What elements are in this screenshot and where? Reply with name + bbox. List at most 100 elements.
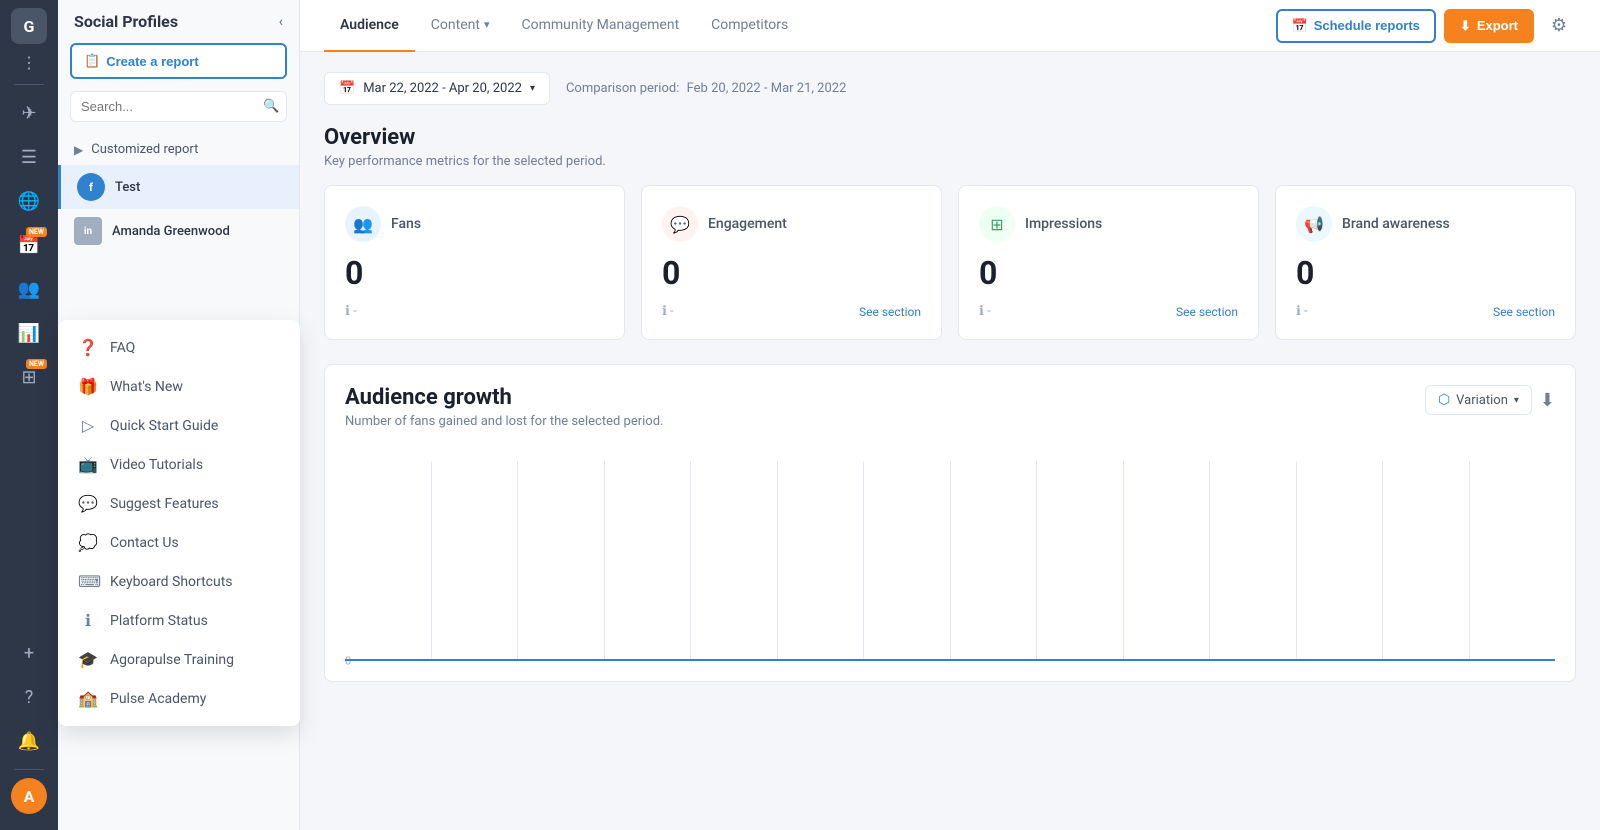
chart-column — [518, 461, 605, 661]
tab-audience[interactable]: Audience — [324, 0, 415, 52]
top-nav: Audience Content ▾ Community Management … — [300, 0, 1600, 52]
content-area: 📅 Mar 22, 2022 - Apr 20, 2022 ▾ Comparis… — [300, 52, 1600, 830]
pulse-academy-menu-item[interactable]: 🏫 Pulse Academy — [58, 679, 300, 718]
overview-section: Overview Key performance metrics for the… — [324, 125, 1576, 340]
impressions-see-section[interactable]: See section — [1176, 305, 1238, 319]
tab-content[interactable]: Content ▾ — [415, 0, 506, 52]
whats-new-menu-item[interactable]: 🎁 What's New — [58, 367, 300, 406]
quick-start-icon: ▷ — [78, 416, 98, 435]
info-icon-3: ℹ - — [979, 304, 991, 319]
video-tutorials-menu-item[interactable]: 📺 Video Tutorials — [58, 445, 300, 484]
help-nav-icon[interactable]: ? — [9, 677, 49, 717]
agorapulse-training-menu-item[interactable]: 🎓 Agorapulse Training — [58, 640, 300, 679]
chart-nav-icon[interactable]: 📊 — [9, 313, 49, 353]
create-report-button[interactable]: 📋 Create a report — [70, 43, 287, 79]
schedule-reports-button[interactable]: 📅 Schedule reports — [1276, 9, 1436, 43]
fans-value: 0 — [345, 254, 604, 292]
search-input[interactable] — [81, 99, 257, 114]
grid-nav-icon[interactable]: ⊞ NEW — [9, 357, 49, 397]
info-icon-2: ℹ - — [662, 304, 674, 319]
brand-value: 0 — [1296, 254, 1555, 292]
user-avatar[interactable]: G — [11, 8, 47, 44]
dots-menu-button[interactable]: ⋮ — [15, 48, 43, 76]
fans-metric-card: 👥 Fans 0 ℹ - — [324, 185, 625, 340]
profile-item-amanda[interactable]: in Amanda Greenwood — [58, 209, 299, 253]
tab-competitors[interactable]: Competitors — [695, 0, 804, 52]
chevron-right-icon: ▶ — [74, 143, 83, 157]
variation-select[interactable]: ⬡ Variation ▾ — [1425, 385, 1532, 415]
audience-growth-section: Audience growth Number of fans gained an… — [324, 364, 1576, 682]
comparison-period-label: Comparison period: Feb 20, 2022 - Mar 21… — [566, 81, 846, 96]
faq-menu-item[interactable]: ❓ FAQ — [58, 328, 300, 367]
date-range-picker[interactable]: 📅 Mar 22, 2022 - Apr 20, 2022 ▾ — [324, 72, 550, 105]
profile-avatar-test: f — [77, 173, 105, 201]
metric-header-impressions: ⊞ Impressions — [979, 206, 1238, 242]
faq-icon: ❓ — [78, 338, 98, 357]
calendar-icon: 📅 — [339, 81, 355, 96]
contact-us-menu-item[interactable]: 💭 Contact Us — [58, 523, 300, 562]
keyboard-shortcuts-menu-item[interactable]: ⌨ Keyboard Shortcuts — [58, 562, 300, 601]
variation-dropdown-icon: ▾ — [1514, 395, 1519, 406]
quick-start-menu-item[interactable]: ▷ Quick Start Guide — [58, 406, 300, 445]
main-content: Audience Content ▾ Community Management … — [300, 0, 1600, 830]
dropdown-chevron-icon: ▾ — [530, 83, 535, 94]
keyboard-shortcuts-icon: ⌨ — [78, 572, 98, 591]
fans-icon: 👥 — [345, 206, 381, 242]
profile-avatar-amanda: in — [74, 217, 102, 245]
divider-bottom — [14, 769, 44, 770]
pulse-academy-icon: 🏫 — [78, 689, 98, 708]
chart-column — [1124, 461, 1211, 661]
send-nav-icon[interactable]: ✈ — [9, 93, 49, 133]
bell-nav-icon[interactable]: 🔔 — [9, 721, 49, 761]
help-menu: ❓ FAQ 🎁 What's New ▷ Quick Start Guide 📺… — [58, 320, 300, 726]
chart-column — [691, 461, 778, 661]
sidebar-title: Social Profiles ‹ — [58, 12, 299, 43]
contact-us-icon: 💭 — [78, 533, 98, 552]
chart-column — [1470, 461, 1556, 661]
download-chart-button[interactable]: ⬇ — [1540, 390, 1555, 411]
engagement-footer: ℹ - See section — [662, 304, 921, 319]
chart-column — [1383, 461, 1470, 661]
globe-nav-icon[interactable]: 🌐 — [9, 181, 49, 221]
engagement-metric-card: 💬 Engagement 0 ℹ - See section — [641, 185, 942, 340]
people-nav-icon[interactable]: 👥 — [9, 269, 49, 309]
schedule-icon: 📅 — [1292, 18, 1308, 34]
inbox-nav-icon[interactable]: ☰ — [9, 137, 49, 177]
variation-icon: ⬡ — [1438, 392, 1450, 408]
growth-title: Audience growth — [345, 385, 663, 410]
report-icon: 📋 — [84, 53, 100, 69]
brand-icon: 📢 — [1296, 206, 1332, 242]
chart-column — [1297, 461, 1384, 661]
user-profile-avatar[interactable]: A — [11, 778, 47, 814]
whats-new-icon: 🎁 — [78, 377, 98, 396]
chart-grid — [345, 461, 1555, 661]
search-bar[interactable]: 🔍 — [70, 91, 287, 122]
impressions-icon: ⊞ — [979, 206, 1015, 242]
calendar-nav-icon[interactable]: 📅 NEW — [9, 225, 49, 265]
profile-item-test[interactable]: f Test — [58, 165, 299, 209]
engagement-see-section[interactable]: See section — [859, 305, 921, 319]
growth-subtitle: Number of fans gained and lost for the s… — [345, 414, 663, 429]
brand-footer: ℹ - See section — [1296, 304, 1555, 319]
tab-community-management[interactable]: Community Management — [505, 0, 695, 52]
chart-column — [1037, 461, 1124, 661]
export-button[interactable]: ⬇ Export — [1444, 9, 1534, 43]
chart-column — [1210, 461, 1297, 661]
platform-status-menu-item[interactable]: ℹ Platform Status — [58, 601, 300, 640]
suggest-features-menu-item[interactable]: 💬 Suggest Features — [58, 484, 300, 523]
metric-header-engagement: 💬 Engagement — [662, 206, 921, 242]
metric-header-brand: 📢 Brand awareness — [1296, 206, 1555, 242]
sidebar-collapse-icon[interactable]: ‹ — [279, 14, 283, 30]
fans-footer: ℹ - — [345, 304, 604, 319]
chart-column — [778, 461, 865, 661]
info-icon: ℹ - — [345, 304, 357, 319]
divider — [14, 84, 44, 85]
settings-gear-button[interactable]: ⚙ — [1542, 9, 1576, 43]
brand-see-section[interactable]: See section — [1493, 305, 1555, 319]
customized-report-item[interactable]: ▶ Customized report — [58, 134, 299, 165]
chart-container: 0 — [345, 461, 1555, 661]
chart-zero-label: 0 — [345, 655, 351, 668]
growth-controls: ⬡ Variation ▾ ⬇ — [1425, 385, 1555, 415]
plus-nav-icon[interactable]: + — [9, 633, 49, 673]
date-bar: 📅 Mar 22, 2022 - Apr 20, 2022 ▾ Comparis… — [324, 72, 1576, 105]
